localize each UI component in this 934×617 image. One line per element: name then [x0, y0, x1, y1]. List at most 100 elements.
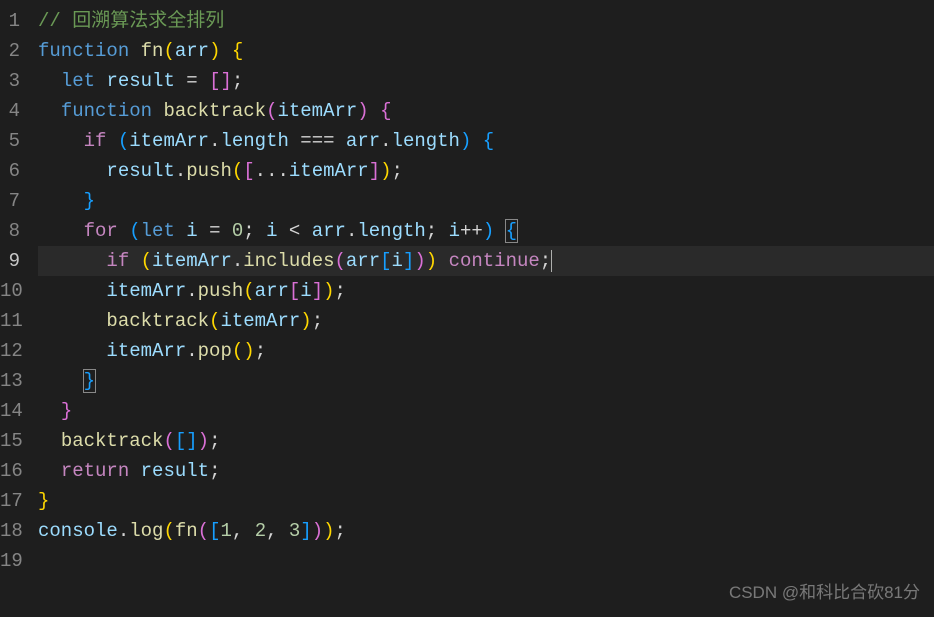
token-keyword: function: [38, 40, 129, 62]
token-punc: ;: [335, 520, 346, 542]
code-area[interactable]: // 回溯算法求全排列function fn(arr) { let result…: [38, 4, 934, 617]
code-line[interactable]: if (itemArr.includes(arr[i])) continue;: [38, 246, 934, 276]
token-punc: ;: [209, 460, 220, 482]
token-space: [198, 70, 209, 92]
code-line[interactable]: }: [38, 396, 934, 426]
line-number: 12: [0, 336, 20, 366]
token-bracket1: (: [163, 430, 174, 452]
token-punc: ;: [255, 340, 266, 362]
token-bracket0: ): [323, 520, 334, 542]
token-var: itemArr: [152, 250, 232, 272]
token-bracket0: }: [38, 490, 49, 512]
token-method: push: [186, 160, 232, 182]
token-punc: ;: [312, 310, 323, 332]
token-var: result: [106, 160, 174, 182]
token-method: log: [129, 520, 163, 542]
token-var: result: [141, 460, 209, 482]
token-punc: .: [346, 220, 357, 242]
token-bracket0: ): [300, 310, 311, 332]
token-method: backtrack: [61, 430, 164, 452]
text-cursor: [551, 250, 552, 272]
line-number: 19: [0, 546, 20, 576]
token-space: [129, 460, 140, 482]
token-space: [437, 220, 448, 242]
token-num: 1: [220, 520, 231, 542]
code-line[interactable]: for (let i = 0; i < arr.length; i++) {: [38, 216, 934, 246]
token-control: continue: [449, 250, 540, 272]
token-op: ++: [460, 220, 483, 242]
token-bracket0: (: [232, 160, 243, 182]
token-bracket1: ): [312, 520, 323, 542]
code-line[interactable]: }: [38, 366, 934, 396]
line-number: 13: [0, 366, 20, 396]
token-keyword: function: [61, 100, 152, 122]
token-space: [289, 130, 300, 152]
code-line[interactable]: // 回溯算法求全排列: [38, 6, 934, 36]
line-number: 11: [0, 306, 20, 336]
token-bracket1: ): [414, 250, 425, 272]
line-number: 1: [0, 6, 20, 36]
token-bracket0: (: [232, 340, 243, 362]
line-number: 14: [0, 396, 20, 426]
code-line[interactable]: itemArr.pop();: [38, 336, 934, 366]
code-line[interactable]: function backtrack(itemArr) {: [38, 96, 934, 126]
token-punc: .: [186, 280, 197, 302]
token-var: i: [266, 220, 277, 242]
token-punc: ;: [540, 250, 551, 272]
token-space: [129, 40, 140, 62]
token-bracket0: ): [323, 280, 334, 302]
token-punc: .: [209, 130, 220, 152]
token-space: [220, 220, 231, 242]
line-number: 17: [0, 486, 20, 516]
token-bracket1: (: [335, 250, 346, 272]
token-var: i: [449, 220, 460, 242]
code-line[interactable]: itemArr.push(arr[i]);: [38, 276, 934, 306]
token-bracket2: [: [209, 520, 220, 542]
token-keyword: let: [61, 70, 95, 92]
line-number: 3: [0, 66, 20, 96]
watermark: CSDN @和科比合砍81分: [729, 578, 920, 603]
line-number-gutter: 12345678910111213141516171819: [0, 4, 38, 617]
code-line[interactable]: backtrack(itemArr);: [38, 306, 934, 336]
code-line[interactable]: }: [38, 486, 934, 516]
token-bracket1: {: [380, 100, 391, 122]
line-number: 4: [0, 96, 20, 126]
token-bracket0: (: [209, 310, 220, 332]
token-var: arr: [255, 280, 289, 302]
token-param: arr: [175, 40, 209, 62]
token-method: includes: [243, 250, 334, 272]
line-number: 9: [0, 246, 20, 276]
token-var: itemArr: [220, 310, 300, 332]
token-space: [175, 220, 186, 242]
code-line[interactable]: if (itemArr.length === arr.length) {: [38, 126, 934, 156]
token-bracket0: (: [243, 280, 254, 302]
token-method: pop: [198, 340, 232, 362]
token-space: [220, 40, 231, 62]
code-line[interactable]: backtrack([]);: [38, 426, 934, 456]
code-line[interactable]: function fn(arr) {: [38, 36, 934, 66]
token-bracket0: (: [163, 520, 174, 542]
token-bracket0: ): [380, 160, 391, 182]
code-line[interactable]: [38, 546, 934, 576]
token-num: 0: [232, 220, 243, 242]
code-editor[interactable]: 12345678910111213141516171819 // 回溯算法求全排…: [0, 4, 934, 617]
token-var: i: [186, 220, 197, 242]
token-funcname: backtrack: [163, 100, 266, 122]
token-space: [198, 220, 209, 242]
token-bracket2: [: [380, 250, 391, 272]
token-space: [369, 100, 380, 122]
token-punc: ;: [243, 220, 254, 242]
token-control: return: [61, 460, 129, 482]
token-punc: .: [175, 160, 186, 182]
code-line[interactable]: let result = [];: [38, 66, 934, 96]
token-prop: length: [357, 220, 425, 242]
token-space: [152, 100, 163, 122]
token-punc: .: [118, 520, 129, 542]
code-line[interactable]: console.log(fn([1, 2, 3]));: [38, 516, 934, 546]
code-line[interactable]: return result;: [38, 456, 934, 486]
code-line[interactable]: }: [38, 186, 934, 216]
code-line[interactable]: result.push([...itemArr]);: [38, 156, 934, 186]
token-bracket1: ]: [312, 280, 323, 302]
token-funcname: fn: [141, 40, 164, 62]
token-bracket2: (: [118, 130, 129, 152]
